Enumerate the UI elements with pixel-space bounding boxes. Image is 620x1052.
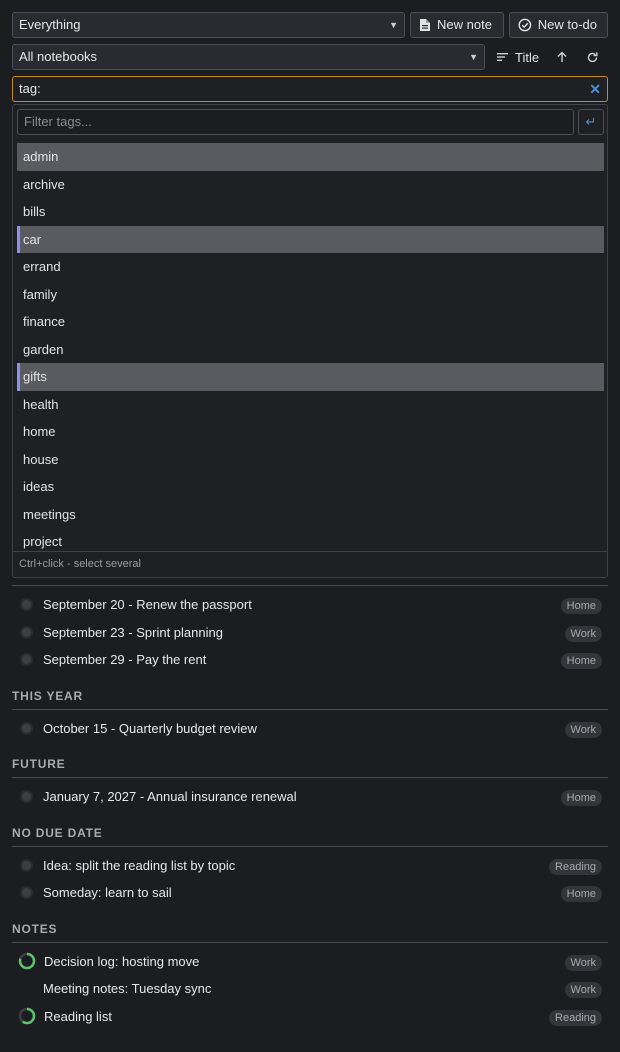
dropdown-arrow-icon: ▼ <box>389 20 398 30</box>
item-title: Reading list <box>44 1008 112 1024</box>
notebook-select[interactable]: All notebooks ▼ <box>12 44 485 70</box>
progress-ring-icon <box>18 1008 36 1025</box>
todo-row[interactable]: September 20 - Renew the passport Home <box>12 591 608 619</box>
item-title: Decision log: hosting move <box>44 953 200 969</box>
return-arrow-icon: ↵ <box>585 114 597 129</box>
notebook-badge: Home <box>560 886 602 902</box>
todo-checkbox[interactable] <box>20 886 33 900</box>
tag-option-meetings[interactable]: meetings <box>17 501 604 529</box>
todo-row[interactable]: October 15 - Quarterly budget review Work <box>12 715 608 743</box>
tag-option-finance[interactable]: finance <box>17 308 604 336</box>
item-title: Meeting notes: Tuesday sync <box>43 981 212 997</box>
new-todo-button[interactable]: New to-do <box>509 12 608 38</box>
todo-checkbox[interactable] <box>20 653 33 667</box>
tag-option-bills[interactable]: bills <box>17 198 604 226</box>
todo-checkbox[interactable] <box>20 721 33 735</box>
tag-option-house[interactable]: house <box>17 446 604 474</box>
search-input-value: tag: <box>19 81 41 96</box>
note-row[interactable]: Reading list Reading <box>12 1003 608 1031</box>
filter-toolbar: All notebooks ▼ Title <box>12 44 608 70</box>
search-input[interactable]: tag: ✕ <box>12 76 608 102</box>
todo-checkbox[interactable] <box>20 598 33 612</box>
tag-option-gifts[interactable]: gifts <box>17 363 604 391</box>
section-heading-no-due-date: NO DUE DATE <box>12 819 608 847</box>
progress-ring-icon <box>18 953 36 970</box>
todo-row[interactable]: Idea: split the reading list by topic Rea… <box>12 852 608 880</box>
section-heading-notes: NOTES <box>12 915 608 943</box>
tag-option-archive[interactable]: archive <box>17 171 604 199</box>
tag-option-project[interactable]: project <box>17 528 604 551</box>
note-row[interactable]: Meeting notes: Tuesday sync Work <box>12 975 608 1003</box>
tag-option-family[interactable]: family <box>17 281 604 309</box>
notebook-badge: Work <box>564 954 602 971</box>
new-todo-label: New to-do <box>537 17 597 32</box>
todo-checkbox[interactable] <box>20 858 33 872</box>
item-title: Idea: split the reading list by topic <box>43 857 236 873</box>
filter-tags-input[interactable]: Filter tags... <box>17 109 574 135</box>
item-title: September 20 - Renew the passport <box>43 597 252 613</box>
enter-button[interactable]: ↵ <box>578 109 604 135</box>
multi-select-hint: Ctrl+click - select several <box>13 551 607 577</box>
tag-picker-dropdown: Filter tags... ↵ admin archive bills car err… <box>12 104 608 578</box>
notebook-badge: Work <box>564 625 602 642</box>
new-note-label: New note <box>437 17 492 32</box>
sort-field-button[interactable]: Title <box>485 44 545 70</box>
no-due-date-group: Idea: split the reading list by topic Rea… <box>12 852 608 907</box>
todo-row[interactable]: September 23 - Sprint planning Work <box>12 619 608 647</box>
top-toolbar: Everything ▼ New note New to-do <box>12 12 608 38</box>
tag-option-admin[interactable]: admin <box>17 143 604 171</box>
notebook-select-value: All notebooks <box>19 49 98 64</box>
note-list: September 20 - Renew the passport Home Sep… <box>12 585 608 1030</box>
todo-checkbox[interactable] <box>20 790 33 804</box>
notebook-badge: Home <box>560 653 602 669</box>
sort-field-label: Title <box>515 49 540 65</box>
item-title: Someday: learn to sail <box>43 885 172 901</box>
section-heading-future: FUTURE <box>12 750 608 778</box>
note-icon <box>420 19 430 31</box>
scope-select[interactable]: Everything ▼ <box>12 12 405 38</box>
check-circle-icon <box>518 18 532 32</box>
item-title: September 23 - Sprint planning <box>43 624 223 640</box>
todo-row[interactable]: Someday: learn to sail Home <box>12 879 608 907</box>
tag-option-home[interactable]: home <box>17 418 604 446</box>
tag-option-car[interactable]: car <box>17 225 604 253</box>
scope-select-value: Everything <box>19 17 81 32</box>
todo-row[interactable]: January 7, 2027 - Annual insurance renew… <box>12 783 608 811</box>
item-title: October 15 - Quarterly budget review <box>43 720 257 736</box>
tag-option-health[interactable]: health <box>17 391 604 419</box>
this-year-group: October 15 - Quarterly budget review Work <box>12 715 608 743</box>
sort-direction-button[interactable] <box>549 44 575 70</box>
todo-checkbox[interactable] <box>20 625 33 639</box>
notebook-badge: Work <box>564 982 602 998</box>
tag-option-garden[interactable]: garden <box>17 336 604 364</box>
refresh-icon <box>587 51 598 62</box>
refresh-button[interactable] <box>579 44 605 70</box>
close-icon[interactable]: ✕ <box>589 77 601 101</box>
tag-option-errand[interactable]: errand <box>17 253 604 281</box>
new-note-button[interactable]: New note <box>410 12 504 38</box>
upcoming-group: September 20 - Renew the passport Home Sep… <box>12 591 608 674</box>
item-title: September 29 - Pay the rent <box>43 652 207 668</box>
future-group: January 7, 2027 - Annual insurance renew… <box>12 783 608 811</box>
filter-tags-placeholder: Filter tags... <box>24 114 92 129</box>
todo-row[interactable]: September 29 - Pay the rent Home <box>12 646 608 674</box>
arrow-up-icon <box>557 51 567 62</box>
sort-lines-icon <box>497 53 508 61</box>
notes-group: Decision log: hosting move Work Meeting no… <box>12 948 608 1031</box>
notebook-badge: Home <box>560 790 602 806</box>
tag-option-ideas[interactable]: ideas <box>17 473 604 501</box>
notebook-badge: Work <box>564 721 602 738</box>
notebook-badge: Reading <box>549 1009 602 1026</box>
notebook-badge: Home <box>560 598 602 614</box>
note-row[interactable]: Decision log: hosting move Work <box>12 948 608 976</box>
notebook-badge: Reading <box>549 858 602 875</box>
dropdown-arrow-icon: ▼ <box>469 52 478 62</box>
item-title: January 7, 2027 - Annual insurance renew… <box>43 789 297 805</box>
tag-list: admin archive bills car errand family finance g… <box>17 143 604 551</box>
section-heading-this-year: THIS YEAR <box>12 682 608 710</box>
